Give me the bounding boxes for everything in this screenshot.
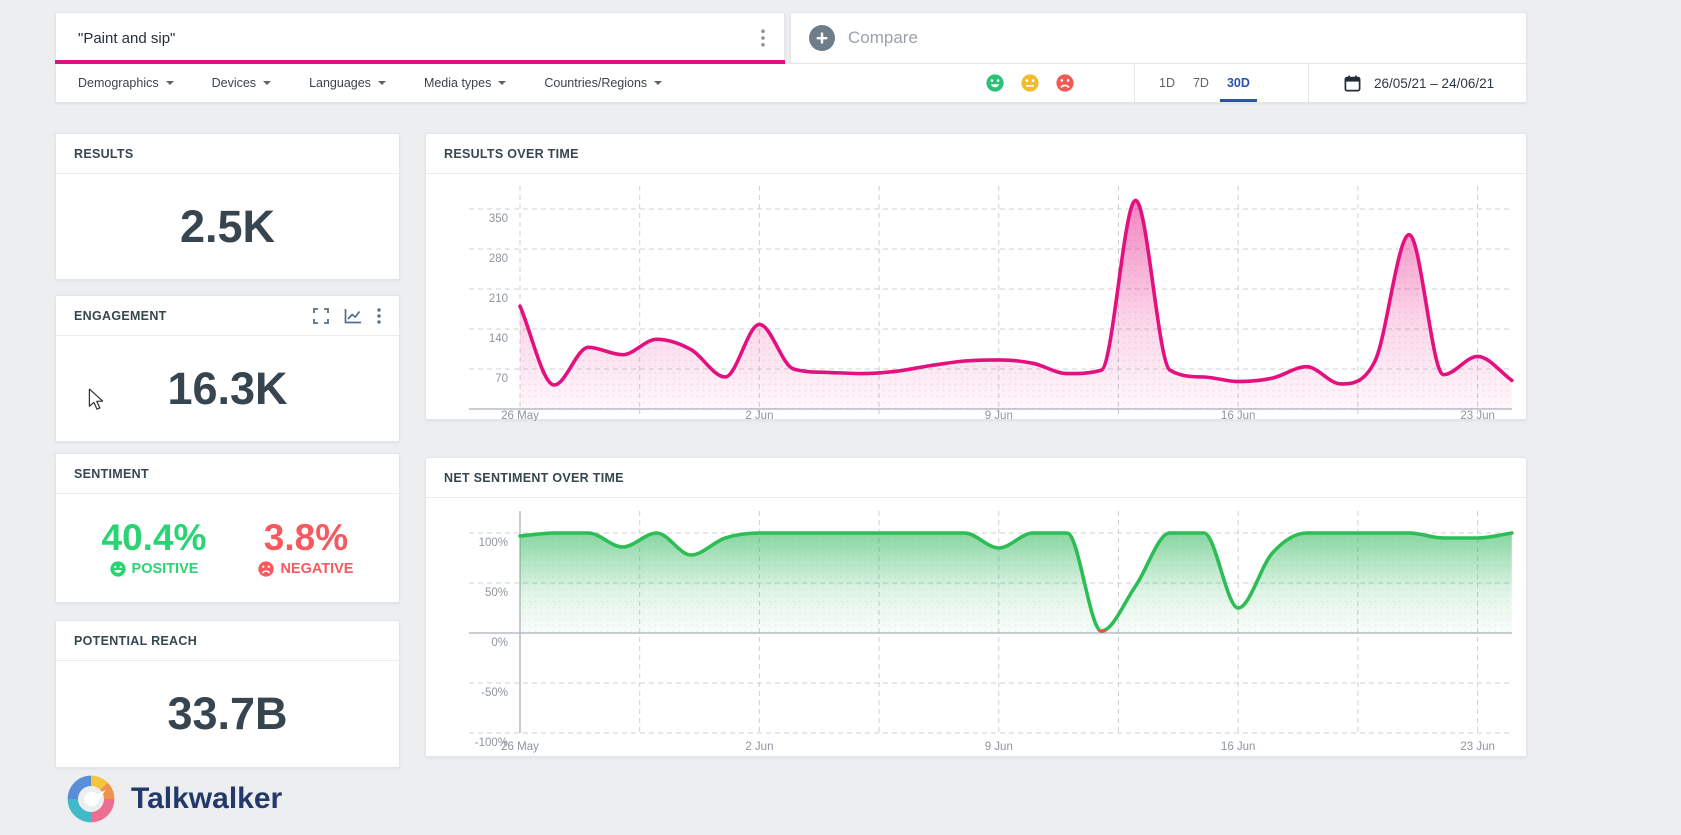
compare-label: Compare [848, 28, 918, 48]
filter-dropdown-languages[interactable]: Languages [309, 76, 386, 90]
negative-sentiment-value: 3.8% [258, 519, 353, 558]
results-over-time-chart[interactable]: 70 140 210 280 350 26 May 2 Jun 9 Jun 16 Jun 23 J… [426, 173, 1526, 421]
divider [1308, 64, 1309, 102]
negative-sentiment-label: NEGATIVE [280, 561, 353, 577]
svg-text:23 Jun: 23 Jun [1460, 410, 1495, 421]
positive-sentiment: 40.4% POSITIVE [102, 519, 207, 578]
sentiment-card: SENTIMENT 40.4% POSITIVE 3.8% [55, 453, 400, 603]
svg-text:0%: 0% [491, 637, 508, 649]
sentiment-card-title: SENTIMENT [56, 454, 399, 494]
talkwalker-wordmark: Talkwalker [131, 782, 282, 816]
chevron-down-icon [263, 81, 271, 85]
talkwalker-dashboard: + Compare Demographics Devices Languages Me… [0, 0, 1681, 835]
svg-text:16 Jun: 16 Jun [1221, 410, 1256, 421]
svg-text:210: 210 [489, 293, 508, 305]
date-range-picker[interactable]: 26/05/21 – 24/06/21 [1344, 64, 1494, 102]
svg-text:23 Jun: 23 Jun [1460, 741, 1495, 753]
results-card-title: RESULTS [56, 134, 399, 174]
filter-dropdown-countries-regions[interactable]: Countries/Regions [544, 76, 662, 90]
filter-bar: Demographics Devices Languages Media types C… [55, 64, 1527, 103]
positive-sentiment-label: POSITIVE [132, 561, 199, 577]
positive-sentiment-value: 40.4% [102, 519, 207, 558]
filter-dropdown-demographics[interactable]: Demographics [78, 76, 174, 90]
svg-text:50%: 50% [485, 587, 508, 599]
net-sentiment-over-time-title: NET SENTIMENT OVER TIME [426, 458, 1526, 498]
positive-face-icon [110, 561, 126, 577]
time-range-selector: 1D7D30D [1150, 64, 1259, 102]
results-value: 2.5K [56, 174, 399, 279]
filter-dropdown-devices[interactable]: Devices [212, 76, 271, 90]
search-bar [55, 12, 785, 64]
sentiment-filter-group [986, 64, 1074, 102]
svg-text:350: 350 [489, 213, 508, 225]
svg-text:280: 280 [489, 253, 508, 265]
time-range-7d[interactable]: 7D [1184, 64, 1218, 102]
chevron-down-icon [378, 81, 386, 85]
date-range-label: 26/05/21 – 24/06/21 [1374, 76, 1494, 91]
potential-reach-card-title: POTENTIAL REACH [56, 621, 399, 661]
svg-text:100%: 100% [479, 537, 508, 549]
results-over-time-title: RESULTS OVER TIME [426, 134, 1526, 174]
expand-icon[interactable] [313, 308, 329, 324]
potential-reach-value: 33.7B [56, 661, 399, 767]
results-over-time-card: RESULTS OVER TIME 70 140 210 280 350 26 May 2 … [425, 133, 1527, 420]
card-kebab-menu-icon[interactable] [377, 308, 381, 324]
engagement-card-title: ENGAGEMENT [74, 309, 167, 323]
svg-text:70: 70 [495, 373, 508, 385]
svg-text:2 Jun: 2 Jun [745, 410, 773, 421]
net-sentiment-over-time-card: NET SENTIMENT OVER TIME 100%50%0%-50%-10… [425, 457, 1527, 757]
plus-icon: + [809, 25, 835, 51]
search-kebab-menu-icon[interactable] [754, 27, 772, 49]
compare-button[interactable]: + Compare [790, 12, 1527, 64]
divider [1134, 64, 1135, 102]
negative-sentiment: 3.8% NEGATIVE [258, 519, 353, 578]
svg-text:140: 140 [489, 333, 508, 345]
negative-face-icon [258, 561, 274, 577]
svg-text:9 Jun: 9 Jun [985, 741, 1013, 753]
filter-dropdown-media-types[interactable]: Media types [424, 76, 506, 90]
chevron-down-icon [654, 81, 662, 85]
potential-reach-card: POTENTIAL REACH 33.7B [55, 620, 400, 768]
results-card: RESULTS 2.5K [55, 133, 400, 280]
neutral-face-icon[interactable] [1021, 74, 1039, 92]
chevron-down-icon [166, 81, 174, 85]
net-sentiment-over-time-chart[interactable]: 100%50%0%-50%-100%26 May2 Jun9 Jun16 Jun… [426, 498, 1526, 758]
time-range-1d[interactable]: 1D [1150, 64, 1184, 102]
line-chart-icon[interactable] [344, 308, 362, 324]
engagement-value: 16.3K [56, 336, 399, 441]
positive-face-icon[interactable] [986, 74, 1004, 92]
engagement-card: ENGAGEMENT 16.3K [55, 295, 400, 442]
chevron-down-icon [498, 81, 506, 85]
time-range-30d[interactable]: 30D [1218, 64, 1259, 102]
svg-text:26 May: 26 May [501, 741, 539, 753]
svg-text:9 Jun: 9 Jun [985, 410, 1013, 421]
talkwalker-swirl-icon [64, 772, 118, 826]
filter-dropdowns: Demographics Devices Languages Media types C… [78, 64, 662, 102]
calendar-icon [1344, 75, 1361, 92]
svg-text:2 Jun: 2 Jun [745, 741, 773, 753]
svg-text:16 Jun: 16 Jun [1221, 741, 1256, 753]
negative-face-icon[interactable] [1056, 74, 1074, 92]
talkwalker-logo: Talkwalker [64, 772, 282, 826]
search-input[interactable] [76, 13, 720, 63]
svg-text:26 May: 26 May [501, 410, 539, 421]
svg-text:-50%: -50% [481, 687, 508, 699]
